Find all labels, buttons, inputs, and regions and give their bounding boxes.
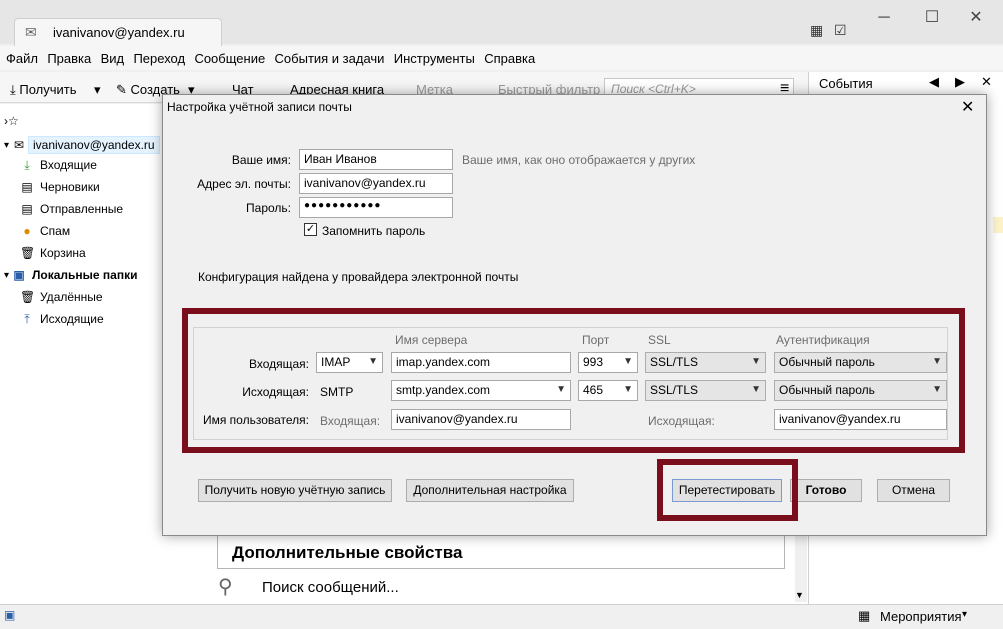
menu-help[interactable]: Справка <box>484 51 535 66</box>
name-hint: Ваше имя, как оно отображается у других <box>462 153 696 167</box>
menu-bar: Файл Правка Вид Переход Сообщение Событи… <box>0 46 1003 70</box>
events-header: События <box>819 76 873 91</box>
mail-tab[interactable]: ✉ ivanivanov@yandex.ru <box>14 18 222 46</box>
remember-label: Запомнить пароль <box>322 224 426 238</box>
folder-deleted[interactable]: 🗑 Удалённые <box>20 290 103 304</box>
drafts-icon: ▤ <box>21 180 33 194</box>
close-window-icon[interactable]: ✕ <box>966 8 986 28</box>
calendar-icon[interactable]: ▦ <box>810 22 823 39</box>
deleted-icon: 🗑 <box>20 290 36 304</box>
tab-title: ivanivanov@yandex.ru <box>53 25 185 40</box>
next-arrow-icon[interactable]: ▶ <box>955 74 965 90</box>
local-collapse-icon[interactable]: ▾ <box>4 270 9 281</box>
trash-icon: 🗑 <box>20 246 36 260</box>
email-field[interactable]: ivanivanov@yandex.ru <box>299 173 453 194</box>
outbox-icon: ⤒ <box>24 312 30 326</box>
folder-trash[interactable]: 🗑 Корзина <box>20 246 86 260</box>
tasks-icon[interactable]: ☑ <box>834 22 847 39</box>
additional-properties-header: Дополнительные свойства <box>217 535 785 569</box>
menu-edit[interactable]: Правка <box>47 51 91 66</box>
folder-outbox[interactable]: ⤒ Исходящие <box>20 312 103 327</box>
remember-checkbox[interactable]: ✓ <box>304 223 317 236</box>
computer-icon: ▣ <box>13 268 25 282</box>
account-envelope-icon: ✉ <box>14 138 25 152</box>
account-collapse-icon[interactable]: ▾ <box>4 140 9 151</box>
minimize-icon[interactable]: ─ <box>874 8 894 28</box>
additional-properties-title: Дополнительные свойства <box>232 543 463 562</box>
email-label: Адрес эл. почты: <box>197 177 291 191</box>
advanced-config-button[interactable]: Дополнительная настройка <box>406 479 574 502</box>
get-mail-button[interactable]: ⤓ Получить <box>10 82 77 98</box>
dialog-close-icon[interactable]: ✕ <box>961 97 974 117</box>
folder-inbox[interactable]: ⤓ Входящие <box>20 158 97 173</box>
status-bar <box>0 604 1003 629</box>
get-mail-dropdown-icon[interactable]: ▾ <box>94 82 101 98</box>
local-folders[interactable]: ▣ Локальные папки <box>12 268 137 282</box>
maximize-icon[interactable]: ☐ <box>922 8 942 28</box>
close-panel-icon[interactable]: ✕ <box>981 74 992 90</box>
password-label: Пароль: <box>246 201 291 215</box>
menu-view[interactable]: Вид <box>101 51 125 66</box>
scroll-down-icon[interactable]: ▼ <box>795 590 804 600</box>
magnifier-icon: ⚲ <box>218 576 233 598</box>
envelope-icon: ✉ <box>25 24 37 40</box>
event-highlight <box>993 217 1003 233</box>
cancel-button[interactable]: Отмена <box>877 479 950 502</box>
menu-tools[interactable]: Инструменты <box>394 51 475 66</box>
download-icon: ⤓ <box>10 82 16 97</box>
folder-drafts[interactable]: ▤ Черновики <box>20 180 99 194</box>
pencil-icon: ✎ <box>116 82 127 97</box>
highlight-frame <box>182 308 965 453</box>
inbox-icon: ⤓ <box>24 158 30 172</box>
name-label: Ваше имя: <box>231 153 291 167</box>
config-found-text: Конфигурация найдена у провайдера электр… <box>198 270 519 284</box>
account-item[interactable]: ivanivanov@yandex.ru <box>28 136 160 154</box>
new-account-button[interactable]: Получить новую учётную запись <box>198 479 392 502</box>
sent-icon: ▤ <box>21 202 33 216</box>
calendar-small-icon: ▦ <box>858 608 871 623</box>
network-status-icon[interactable]: ▣ <box>4 608 15 622</box>
prev-arrow-icon[interactable]: ◀ <box>929 74 939 90</box>
retest-highlight-frame <box>657 459 798 521</box>
folder-expand-icon[interactable]: ›☆ <box>4 114 19 128</box>
events-dropdown-icon[interactable]: ▾ <box>962 609 967 620</box>
spam-icon: ● <box>23 224 31 238</box>
menu-file[interactable]: Файл <box>6 51 38 66</box>
menu-events[interactable]: События и задачи <box>275 51 385 66</box>
menu-go[interactable]: Переход <box>133 51 185 66</box>
name-field[interactable]: Иван Иванов <box>299 149 453 170</box>
search-messages-link[interactable]: Поиск сообщений... <box>262 579 399 596</box>
account-setup-dialog: Настройка учётной записи почты ✕ Ваше им… <box>162 94 987 536</box>
password-field[interactable]: ●●●●●●●●●●● <box>299 197 453 218</box>
menu-message[interactable]: Сообщение <box>194 51 265 66</box>
folder-spam[interactable]: ● Спам <box>20 224 70 238</box>
dialog-title: Настройка учётной записи почты <box>167 100 352 114</box>
status-events-label[interactable]: Мероприятия <box>880 609 962 624</box>
folder-sent[interactable]: ▤ Отправленные <box>20 202 123 216</box>
done-button[interactable]: Готово <box>790 479 862 502</box>
